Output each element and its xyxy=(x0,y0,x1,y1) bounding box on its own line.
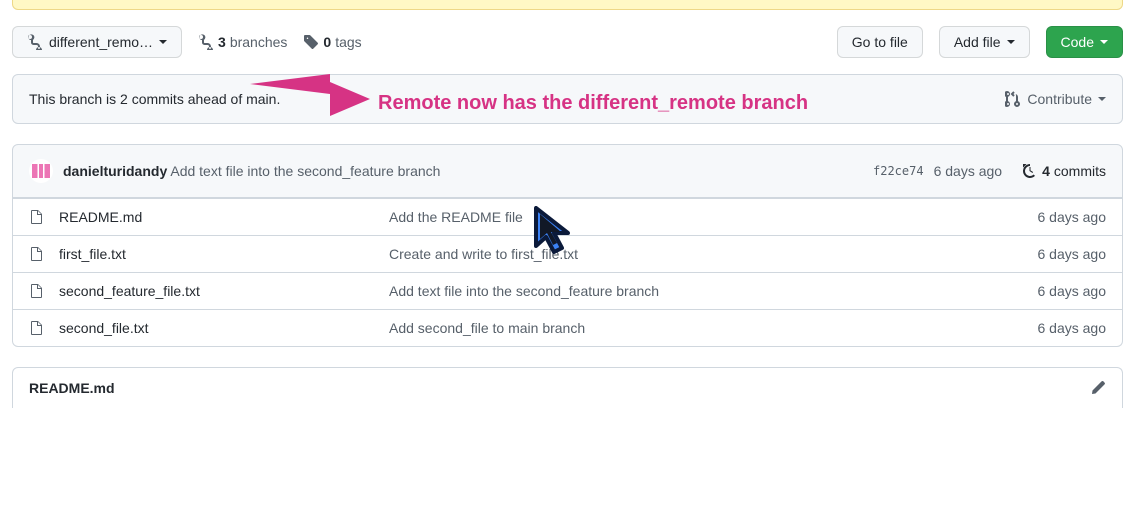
caret-down-icon xyxy=(159,40,167,44)
code-label: Code xyxy=(1061,32,1094,52)
branch-name-text: different_remo… xyxy=(49,32,153,52)
commits-link[interactable]: 4 commits xyxy=(1022,163,1106,179)
pencil-icon xyxy=(1090,380,1106,396)
go-to-file-button[interactable]: Go to file xyxy=(837,26,923,58)
commit-message[interactable]: Add text file into the second_feature br… xyxy=(170,163,440,179)
caret-down-icon xyxy=(1007,40,1015,44)
history-icon xyxy=(1022,163,1038,179)
git-branch-icon xyxy=(198,34,214,50)
file-row: first_file.txtCreate and write to first_… xyxy=(13,235,1122,272)
branch-status-text: This branch is 2 commits ahead of main. xyxy=(29,91,280,107)
contribute-button[interactable]: Contribute xyxy=(1005,91,1106,107)
file-list: README.mdAdd the README file6 days agofi… xyxy=(12,198,1123,347)
file-commit-msg[interactable]: Add text file into the second_feature br… xyxy=(389,283,1038,299)
file-time[interactable]: 6 days ago xyxy=(1038,209,1107,225)
file-commit-msg[interactable]: Add second_file to main branch xyxy=(389,320,1038,336)
file-name[interactable]: second_feature_file.txt xyxy=(59,283,389,299)
file-row: README.mdAdd the README file6 days ago xyxy=(13,198,1122,235)
file-icon xyxy=(29,209,45,225)
caret-down-icon xyxy=(1098,97,1106,101)
tags-label: tags xyxy=(335,34,361,50)
tags-link[interactable]: 0 tags xyxy=(303,34,361,50)
avatar[interactable] xyxy=(29,159,53,183)
add-file-button[interactable]: Add file xyxy=(939,26,1030,58)
branches-link[interactable]: 3 branches xyxy=(198,34,287,50)
file-name[interactable]: second_file.txt xyxy=(59,320,389,336)
git-pull-request-icon xyxy=(1005,91,1021,107)
readme-header: README.md xyxy=(12,367,1123,408)
branch-status-box: This branch is 2 commits ahead of main. … xyxy=(12,74,1123,124)
latest-commit-box: danielturidandy Add text file into the s… xyxy=(12,144,1123,198)
contribute-label: Contribute xyxy=(1027,91,1092,107)
edit-readme-button[interactable] xyxy=(1090,380,1106,396)
tag-icon xyxy=(303,34,319,50)
branch-selector-button[interactable]: different_remo… xyxy=(12,26,182,58)
caret-down-icon xyxy=(1100,40,1108,44)
code-button[interactable]: Code xyxy=(1046,26,1123,58)
file-time[interactable]: 6 days ago xyxy=(1038,246,1107,262)
commits-count: 4 xyxy=(1042,163,1050,179)
file-time[interactable]: 6 days ago xyxy=(1038,320,1107,336)
repo-action-row: different_remo… 3 branches 0 tags Go to … xyxy=(12,26,1123,58)
go-to-file-label: Go to file xyxy=(852,32,908,52)
file-icon xyxy=(29,246,45,262)
commit-hash[interactable]: f22ce74 xyxy=(873,164,924,178)
git-branch-icon xyxy=(27,34,43,50)
file-row: second_feature_file.txtAdd text file int… xyxy=(13,272,1122,309)
branches-count: 3 xyxy=(218,34,226,50)
tags-count: 0 xyxy=(323,34,331,50)
file-row: second_file.txtAdd second_file to main b… xyxy=(13,309,1122,346)
file-commit-msg[interactable]: Create and write to first_file.txt xyxy=(389,246,1038,262)
commit-time[interactable]: 6 days ago xyxy=(934,163,1003,179)
add-file-label: Add file xyxy=(954,32,1001,52)
file-icon xyxy=(29,320,45,336)
branches-label: branches xyxy=(230,34,288,50)
file-name[interactable]: first_file.txt xyxy=(59,246,389,262)
file-commit-msg[interactable]: Add the README file xyxy=(389,209,1038,225)
commit-author[interactable]: danielturidandy xyxy=(63,163,167,179)
file-time[interactable]: 6 days ago xyxy=(1038,283,1107,299)
file-name[interactable]: README.md xyxy=(59,209,389,225)
commits-label: commits xyxy=(1054,163,1106,179)
readme-title[interactable]: README.md xyxy=(29,380,115,396)
file-icon xyxy=(29,283,45,299)
alert-banner-strip xyxy=(12,0,1123,10)
